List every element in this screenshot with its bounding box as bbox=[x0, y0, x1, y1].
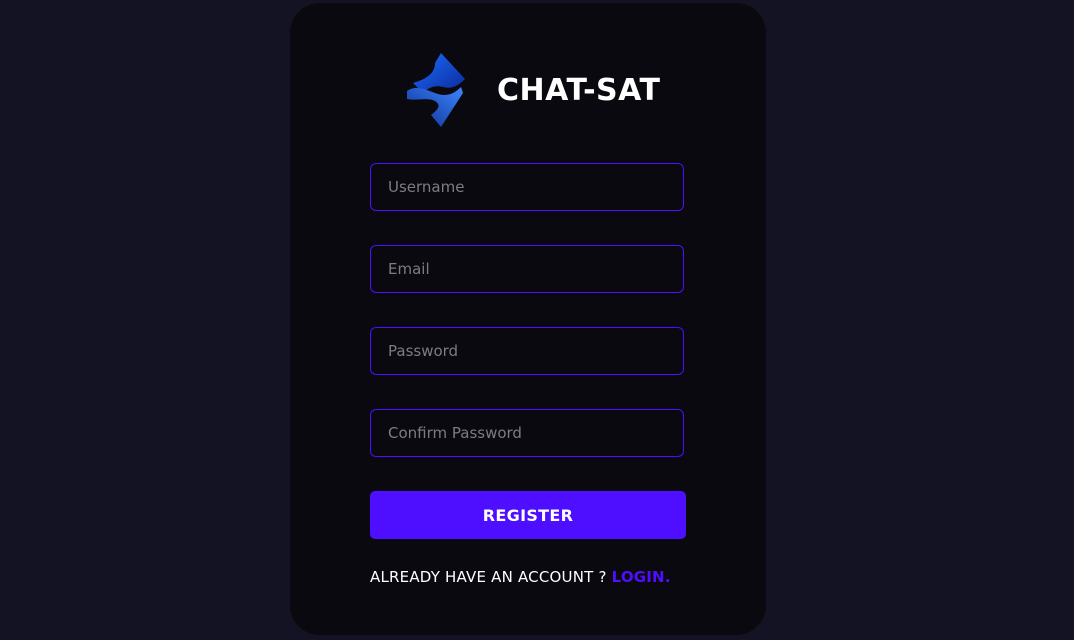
register-card: CHAT-SAT REGISTER ALREADY HAVE AN ACCOUN… bbox=[290, 3, 766, 635]
login-prompt-text: ALREADY HAVE AN ACCOUNT ? bbox=[370, 568, 607, 586]
register-page: CHAT-SAT REGISTER ALREADY HAVE AN ACCOUN… bbox=[0, 0, 1074, 640]
brand: CHAT-SAT bbox=[405, 49, 660, 131]
confirm-password-input[interactable] bbox=[370, 409, 684, 457]
logo-icon bbox=[407, 53, 465, 127]
password-input[interactable] bbox=[370, 327, 684, 375]
app-name: CHAT-SAT bbox=[497, 72, 661, 108]
email-input[interactable] bbox=[370, 245, 684, 293]
username-input[interactable] bbox=[370, 163, 684, 211]
login-prompt: ALREADY HAVE AN ACCOUNT ? LOGIN. bbox=[370, 568, 690, 586]
register-button[interactable]: REGISTER bbox=[370, 491, 686, 539]
login-link[interactable]: LOGIN. bbox=[612, 568, 671, 586]
